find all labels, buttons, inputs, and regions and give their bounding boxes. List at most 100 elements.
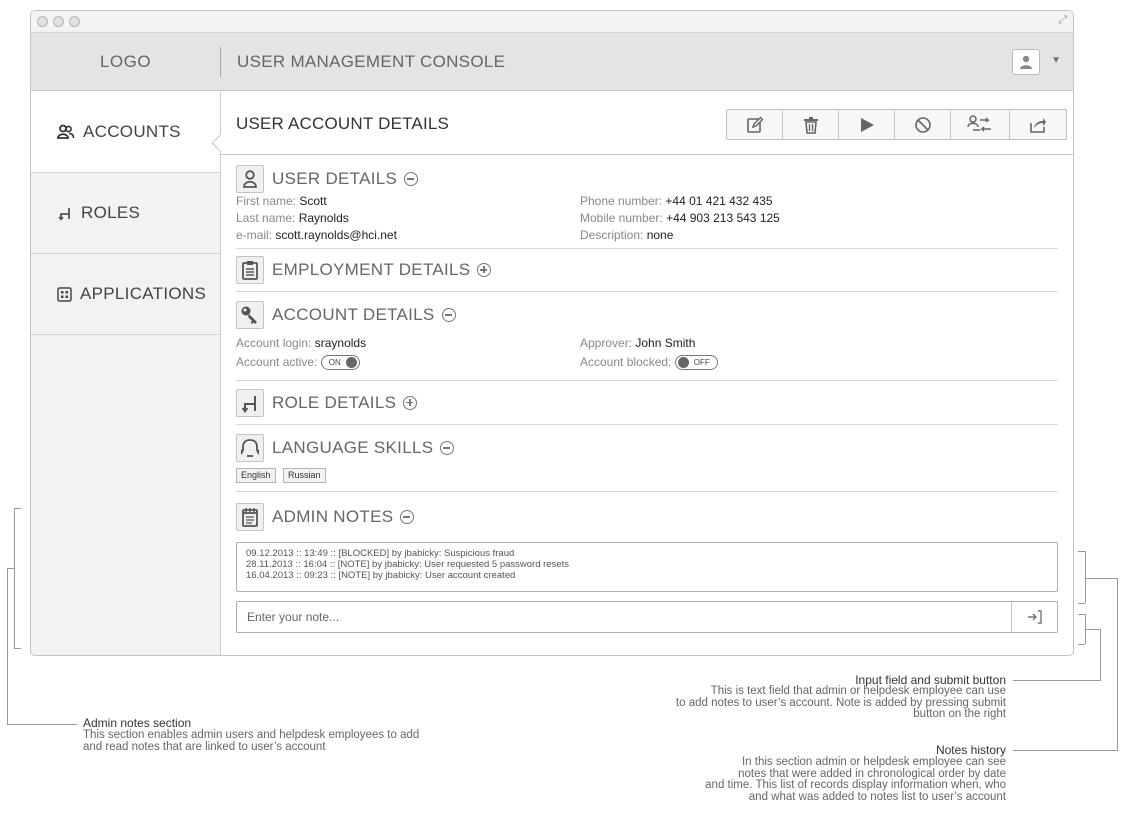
- annotation-line: and what was added to notes list to user…: [748, 790, 1006, 803]
- app-window: ⤢ LOGO USER MANAGEMENT CONSOLE ▼ ACCOUNT…: [30, 10, 1074, 656]
- annotation-connector: [1013, 750, 1118, 751]
- action-toolbar: [726, 109, 1067, 140]
- delete-button[interactable]: [783, 110, 839, 139]
- expand-icon[interactable]: [403, 395, 418, 410]
- description-row: Description: none: [580, 227, 780, 244]
- user-icon: [1020, 55, 1032, 69]
- annotation-bracket: [14, 648, 21, 649]
- email-label: e-mail:: [236, 228, 273, 242]
- account-active-toggle[interactable]: ON: [320, 355, 360, 371]
- annotation-line: and read notes that are linked to user’s…: [83, 740, 326, 753]
- phone-row: Phone number: +44 01 421 432 435: [580, 193, 780, 210]
- section-title: ROLE DETAILS: [272, 392, 397, 412]
- key-icon: [236, 301, 264, 329]
- phone-label: Phone number:: [580, 194, 663, 208]
- collapse-icon[interactable]: [404, 172, 419, 186]
- last-name-label: Last name:: [236, 211, 296, 225]
- collapse-icon[interactable]: [400, 510, 415, 524]
- block-button[interactable]: [895, 110, 951, 139]
- mobile-row: Mobile number: +44 903 213 543 125: [580, 210, 780, 227]
- role-details-header[interactable]: ROLE DETAILS: [236, 381, 1058, 424]
- note-entry: 28.11.2013 :: 16:04 :: [NOTE] by jbabick…: [246, 559, 569, 570]
- annotation-bracket: [1078, 603, 1085, 604]
- sidebar: ACCOUNTS ROLES APPLICATIONS: [31, 92, 221, 655]
- account-blocked-toggle[interactable]: OFF: [674, 355, 718, 371]
- expand-icon[interactable]: [477, 263, 492, 277]
- block-icon: [914, 116, 931, 133]
- annotation-connector: [7, 568, 8, 724]
- email-row: e-mail: scott.raynolds@hci.net: [236, 227, 397, 244]
- sidebar-item-applications[interactable]: APPLICATIONS: [31, 254, 220, 335]
- section-title: USER DETAILS: [272, 169, 398, 188]
- admin-notes-header[interactable]: ADMIN NOTES: [236, 492, 1058, 542]
- annotation-bracket: [1078, 551, 1085, 552]
- activate-button[interactable]: [839, 110, 895, 139]
- users-icon: [57, 124, 75, 140]
- roles-icon: [236, 388, 264, 417]
- account-details-header[interactable]: ACCOUNT DETAILS: [236, 292, 1058, 338]
- transfer-button[interactable]: [951, 110, 1010, 139]
- main-panel: USER ACCOUNT DETAILS USER DETAILS First …: [221, 92, 1073, 655]
- active-row: Account active: ON: [236, 353, 366, 372]
- annotation-bracket: [14, 508, 21, 509]
- section-title: ADMIN NOTES: [272, 507, 394, 526]
- annotation-description: This section enables admin users and hel…: [83, 729, 419, 753]
- annotation-line: This is text field that admin or helpdes…: [710, 685, 1006, 697]
- account-details-body: Account login: sraynolds Account active:…: [236, 336, 1058, 380]
- annotation-bracket: [14, 508, 15, 648]
- employment-details-header[interactable]: EMPLOYMENT DETAILS: [236, 249, 1058, 291]
- chevron-down-icon[interactable]: ▼: [1051, 55, 1061, 66]
- toggle-label: OFF: [693, 358, 710, 368]
- annotation-bracket: [1085, 551, 1086, 603]
- window-titlebar: ⤢: [31, 11, 1073, 33]
- window-zoom-button[interactable]: [69, 16, 80, 27]
- user-icon: [236, 165, 264, 193]
- language-icon: [236, 434, 264, 462]
- user-avatar-button[interactable]: [1012, 49, 1040, 75]
- sidebar-item-roles[interactable]: ROLES: [31, 173, 220, 254]
- login-value: sraynolds: [314, 336, 367, 350]
- login-row: Account login: sraynolds: [236, 334, 366, 353]
- annotation-connector: [7, 568, 14, 569]
- submit-note-button[interactable]: [1011, 602, 1057, 632]
- logo: LOGO: [99, 52, 152, 71]
- mobile-label: Mobile number:: [580, 211, 663, 225]
- sidebar-item-accounts[interactable]: ACCOUNTS: [31, 92, 220, 173]
- toggle-label: ON: [328, 358, 341, 368]
- annotation-description: In this section admin or helpdesk employ…: [705, 756, 1006, 803]
- account-active-label: Account active:: [236, 355, 318, 369]
- annotation-connector: [1013, 680, 1101, 681]
- annotation-connector: [1085, 578, 1117, 579]
- window-minimize-button[interactable]: [53, 16, 64, 27]
- play-icon: [860, 117, 874, 132]
- window-close-button[interactable]: [37, 16, 48, 27]
- edit-button[interactable]: [727, 110, 783, 139]
- annotation-line: button on the right: [913, 708, 1006, 720]
- notepad-icon: [236, 503, 264, 531]
- email-value: scott.raynolds@hci.net: [275, 228, 397, 242]
- description-label: Description:: [580, 228, 644, 242]
- language-skills-header[interactable]: LANGUAGE SKILLS: [236, 425, 1058, 471]
- annotation-connector: [1100, 629, 1101, 681]
- annotation-line: and time. This list of records display i…: [705, 779, 1006, 791]
- header-divider: [220, 47, 221, 77]
- export-button[interactable]: [1010, 110, 1066, 139]
- note-input-group: [236, 601, 1058, 633]
- annotation-description: This is text field that admin or helpdes…: [676, 685, 1006, 721]
- description-value: none: [646, 228, 674, 242]
- account-details-content: USER DETAILS First name: Scott Last name…: [236, 155, 1058, 633]
- note-entry: 09.12.2013 :: 13:49 :: [BLOCKED] by jbab…: [246, 548, 515, 559]
- last-name-row: Last name: Raynolds: [236, 210, 397, 227]
- sidebar-item-label: ROLES: [81, 203, 141, 222]
- notes-history[interactable]: 09.12.2013 :: 13:49 :: [BLOCKED] by jbab…: [236, 542, 1058, 592]
- toggle-knob: [677, 357, 689, 369]
- expand-icon[interactable]: ⤢: [1058, 14, 1067, 27]
- clipboard-icon: [236, 256, 264, 284]
- page-title: USER ACCOUNT DETAILS: [236, 114, 450, 133]
- first-name-row: First name: Scott: [236, 193, 397, 210]
- collapse-icon[interactable]: [441, 308, 456, 322]
- approver-label: Approver:: [580, 336, 633, 350]
- toggle-knob: [345, 357, 357, 369]
- note-input[interactable]: [237, 602, 1007, 632]
- collapse-icon[interactable]: [440, 441, 455, 455]
